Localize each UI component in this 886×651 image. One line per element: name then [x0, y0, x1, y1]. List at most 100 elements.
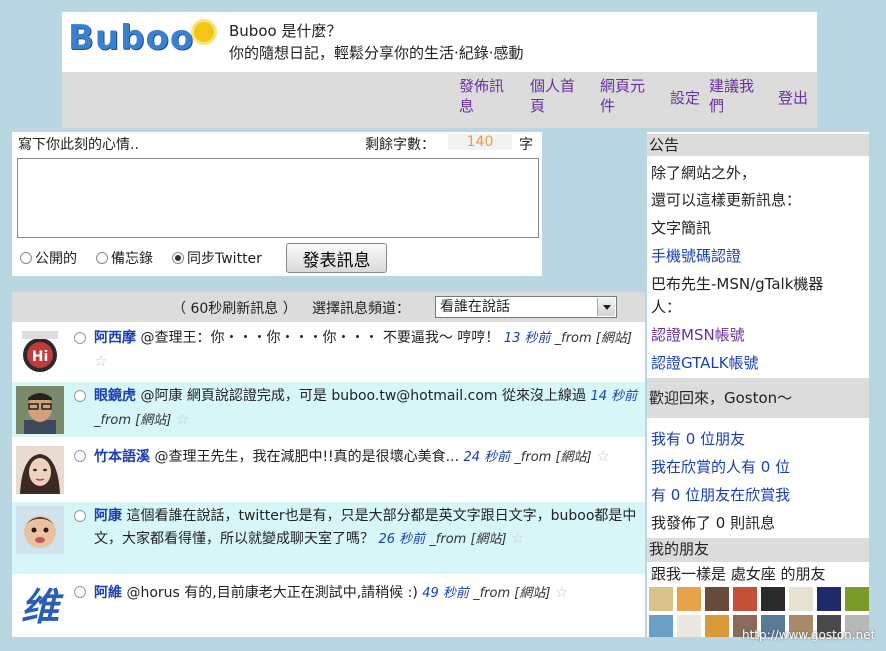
- post-source: _from [網站]: [468, 586, 551, 601]
- avatar[interactable]: [16, 446, 64, 494]
- post-button[interactable]: 發表訊息: [286, 243, 387, 273]
- option-memo[interactable]: 備忘錄: [96, 248, 153, 268]
- friend-avatar[interactable]: [845, 587, 869, 611]
- friend-avatar[interactable]: [705, 615, 729, 637]
- post-select-radio[interactable]: [74, 510, 86, 522]
- nav-settings[interactable]: 設定: [670, 88, 700, 108]
- link-verify-gtalk[interactable]: 認證GTALK帳號: [651, 352, 759, 373]
- tagline-title: Buboo 是什麼？: [229, 22, 342, 40]
- option-public[interactable]: 公開的: [20, 248, 77, 268]
- post-time[interactable]: 24 秒前: [463, 450, 510, 465]
- post-username[interactable]: 阿西摩: [94, 330, 136, 346]
- sun-icon: [194, 22, 214, 42]
- site-header: Buboo Buboo 是什麼？ 你的隨想日記，輕鬆分享你的生活‧紀錄‧感動 發…: [62, 12, 817, 128]
- sidebar: 公告 除了網站之外， 還可以這樣更新訊息： 文字簡訊 手機號碼認證 巴布先生-M…: [647, 132, 869, 637]
- nav-widgets[interactable]: 網頁元件: [600, 76, 645, 116]
- message-input[interactable]: [17, 158, 539, 238]
- radio-memo[interactable]: [96, 252, 108, 264]
- post-source: _from [網站]: [94, 413, 172, 428]
- remaining-label: 剩餘字數：: [365, 137, 435, 153]
- chevron-down-icon[interactable]: [597, 298, 615, 316]
- friend-avatar[interactable]: [705, 587, 729, 611]
- post-text: 這個看誰在說話，twitter也是有，只是大部分都是英文字跟日文字，buboo都…: [94, 508, 637, 547]
- logo-text: Buboo: [68, 18, 195, 58]
- post-username[interactable]: 阿康: [94, 508, 122, 524]
- link-verify-msn[interactable]: 認證MSN帳號: [651, 324, 745, 345]
- bot-description-cont: 人：: [651, 298, 682, 316]
- channel-select[interactable]: 看誰在說話: [435, 296, 617, 318]
- nav-suggest[interactable]: 建議我們: [709, 76, 754, 116]
- main-nav: 發佈訊息 個人首頁 網頁元件 設定 建議我們 登出: [62, 72, 817, 128]
- remaining-count: 140: [448, 134, 512, 150]
- post-time[interactable]: 26 秒前: [378, 532, 425, 547]
- post-select-radio[interactable]: [74, 390, 86, 402]
- post-text: @查理王：你・・・你・・・你・・・ 不要逼我～ 哼哼！: [136, 330, 504, 346]
- post-source: _from [網站]: [425, 532, 507, 547]
- buboo-logo[interactable]: Buboo: [66, 16, 216, 64]
- compose-panel: 寫下你此刻的心情.. 剩餘字數： 140 字 公開的 備忘錄 同步Twitter…: [12, 132, 542, 276]
- favorite-star-icon[interactable]: ☆: [596, 447, 609, 465]
- admirers-count-link[interactable]: 有 0 位朋友在欣賞我: [651, 484, 790, 505]
- channel-label: 選擇訊息頻道：: [312, 301, 410, 317]
- tagline-description: 你的隨想日記，輕鬆分享你的生活‧紀錄‧感動: [229, 44, 524, 62]
- compose-prompt: 寫下你此刻的心情..: [18, 137, 139, 153]
- friend-avatar[interactable]: [761, 587, 785, 611]
- post-time[interactable]: 13 秒前: [504, 331, 551, 346]
- nav-post-message[interactable]: 發佈訊息: [459, 76, 504, 116]
- post-source: _from [網站]: [510, 450, 592, 465]
- post-select-radio[interactable]: [74, 332, 86, 344]
- post-time[interactable]: 14 秒前: [590, 389, 637, 404]
- post-select-radio[interactable]: [74, 586, 86, 598]
- link-mobile-verify[interactable]: 手機號碼認證: [651, 245, 741, 266]
- favorite-star-icon[interactable]: ☆: [176, 410, 189, 428]
- feed-post: Hi 阿西摩 @查理王：你・・・你・・・你・・・ 不要逼我～ 哼哼！ 13 秒前…: [12, 324, 645, 378]
- post-text: @查理王先生，我在減肥中!!真的是很壞心美食...: [150, 449, 464, 465]
- same-sign-heading: 跟我一樣是 處女座 的朋友: [651, 565, 826, 583]
- post-username[interactable]: 眼鏡虎: [94, 388, 136, 404]
- avatar[interactable]: 维: [16, 580, 64, 628]
- my-friends-heading: 我的朋友: [647, 538, 869, 562]
- welcome-heading: 歡迎回來，Goston～: [647, 378, 869, 418]
- watermark: http://www.goston.net: [742, 628, 876, 642]
- option-sync-twitter[interactable]: 同步Twitter: [172, 248, 262, 268]
- feed-post: 维 阿維 @horus 有的,目前康老大正在測試中,請稍候 :) 49 秒前 _…: [12, 578, 645, 634]
- favorite-star-icon[interactable]: ☆: [94, 352, 107, 370]
- radio-sync-twitter[interactable]: [172, 252, 184, 264]
- post-select-radio[interactable]: [74, 450, 86, 462]
- messages-count: 我發佈了 0 則訊息: [651, 514, 776, 532]
- bot-description: 巴布先生-MSN/gTalk機器: [651, 275, 824, 293]
- feed-post: 竹本語溪 @查理王先生，我在減肥中!!真的是很壞心美食... 24 秒前 _fr…: [12, 442, 645, 497]
- post-username[interactable]: 阿維: [94, 585, 122, 601]
- friend-avatar[interactable]: [649, 615, 673, 637]
- post-username[interactable]: 竹本語溪: [94, 449, 150, 465]
- friends-count-link[interactable]: 我有 0 位朋友: [651, 428, 745, 449]
- radio-public[interactable]: [20, 252, 32, 264]
- avatar[interactable]: Hi: [16, 328, 64, 376]
- post-text: @horus 有的,目前康老大正在測試中,請稍候 :): [122, 585, 423, 601]
- friend-avatar[interactable]: [817, 587, 841, 611]
- feed-post: 阿康 這個看誰在說話，twitter也是有，只是大部分都是英文字跟日文字，bub…: [12, 502, 645, 574]
- channel-selected: 看誰在說話: [440, 299, 510, 315]
- post-text: @阿康 網頁說認證完成，可是 buboo.tw@hotmail.com 從來沒上…: [136, 388, 591, 404]
- avatar[interactable]: [16, 506, 64, 554]
- nav-logout[interactable]: 登出: [778, 88, 808, 108]
- message-feed: （ 60秒刷新訊息 ） 選擇訊息頻道： 看誰在說話 Hi 阿西摩 @查理王：你・…: [12, 292, 645, 637]
- refresh-note: （ 60秒刷新訊息 ）: [172, 301, 297, 317]
- post-time[interactable]: 49 秒前: [422, 586, 469, 601]
- favorite-star-icon[interactable]: ☆: [555, 583, 568, 601]
- friend-avatar[interactable]: [649, 587, 673, 611]
- friend-avatar[interactable]: [677, 587, 701, 611]
- post-source: _from [網站]: [550, 331, 632, 346]
- avatar[interactable]: [16, 386, 64, 434]
- friend-avatar[interactable]: [677, 615, 701, 637]
- svg-text:维: 维: [21, 584, 64, 628]
- announcement-heading: 公告: [647, 134, 869, 156]
- friend-avatar[interactable]: [733, 587, 757, 611]
- announcement-line: 文字簡訊: [651, 219, 712, 237]
- nav-profile[interactable]: 個人首頁: [530, 76, 575, 116]
- feed-toolbar: （ 60秒刷新訊息 ） 選擇訊息頻道： 看誰在說話: [12, 292, 645, 322]
- friend-avatar[interactable]: [789, 587, 813, 611]
- admiring-count-link[interactable]: 我在欣賞的人有 0 位: [651, 456, 790, 477]
- favorite-star-icon[interactable]: ☆: [511, 529, 524, 547]
- announcement-line: 除了網站之外，: [651, 164, 757, 182]
